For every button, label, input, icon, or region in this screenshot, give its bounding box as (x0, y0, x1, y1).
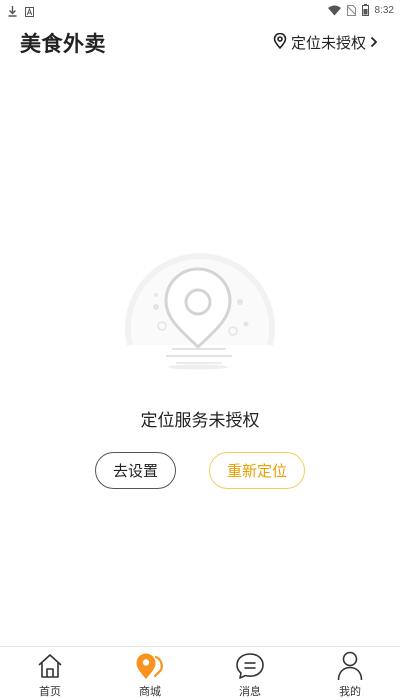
location-pin-illustration (110, 225, 290, 375)
no-sim-icon (346, 1, 356, 20)
nav-label-profile: 我的 (339, 685, 361, 698)
shop-location-icon (135, 651, 165, 681)
status-left (8, 2, 34, 21)
header: 美食外卖 定位未授权 (0, 24, 400, 64)
empty-state-message: 定位服务未授权 (140, 411, 260, 431)
status-bar: 8:32 (0, 0, 400, 17)
go-settings-button[interactable]: 去设置 (95, 452, 176, 489)
nav-item-messages[interactable]: 消息 (200, 647, 300, 700)
location-button[interactable]: 定位未授权 (273, 32, 378, 53)
status-right: 8:32 (327, 1, 394, 20)
battery-icon (361, 1, 369, 20)
location-label: 定位未授权 (290, 34, 366, 52)
nav-item-shop[interactable]: 商城 (100, 647, 200, 700)
wifi-icon (327, 1, 341, 20)
nav-label-home: 首页 (39, 685, 61, 698)
status-time: 8:32 (374, 5, 394, 16)
relocate-button[interactable]: 重新定位 (209, 452, 305, 489)
message-icon (235, 651, 265, 681)
user-icon (335, 651, 365, 681)
empty-state-actions: 去设置 重新定位 (0, 452, 400, 489)
nav-label-messages: 消息 (239, 685, 261, 698)
bottom-nav: 首页 商城 消息 我的 (0, 646, 400, 700)
nav-label-shop: 商城 (139, 685, 161, 698)
nav-item-home[interactable]: 首页 (0, 647, 100, 700)
nav-item-profile[interactable]: 我的 (300, 647, 400, 700)
page-title: 美食外卖 (20, 32, 106, 56)
download-icon (8, 2, 17, 21)
chevron-right-icon (370, 33, 378, 52)
location-pin-icon (273, 32, 287, 53)
notification-a-icon (25, 2, 34, 21)
home-icon (35, 651, 65, 681)
